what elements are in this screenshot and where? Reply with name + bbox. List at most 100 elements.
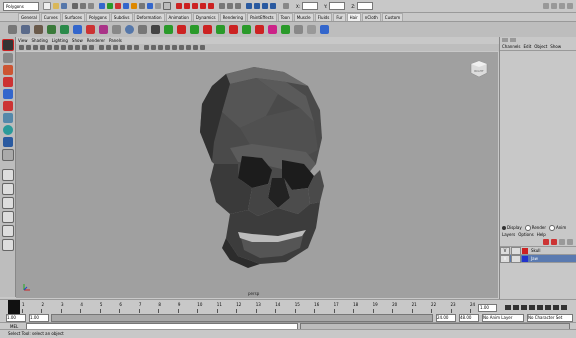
attribute-editor-icon[interactable]: [551, 3, 557, 9]
hair-magenta-icon[interactable]: [99, 25, 108, 34]
paint-select-tool-icon[interactable]: [2, 65, 13, 75]
open-scene-icon[interactable]: [53, 3, 59, 9]
hair-green-5-icon[interactable]: [281, 25, 290, 34]
layer-type-toggle[interactable]: [511, 246, 521, 255]
play-backwards-icon[interactable]: [529, 305, 535, 310]
display-radio-icon[interactable]: [502, 225, 506, 230]
smooth-shade-icon[interactable]: [106, 45, 111, 50]
hair-magenta-2-icon[interactable]: [268, 25, 277, 34]
wireframe-icon[interactable]: [99, 45, 104, 50]
new-layer-icon[interactable]: [559, 239, 565, 245]
hair-red-3-icon[interactable]: [203, 25, 212, 34]
layout-outliner-icon[interactable]: [1, 211, 14, 223]
last-tool-icon[interactable]: [1, 149, 14, 161]
hair-create-icon[interactable]: [21, 25, 30, 34]
layer-color-swatch[interactable]: [522, 255, 528, 262]
panel-menu-show[interactable]: Show: [72, 38, 83, 43]
go-to-start-icon[interactable]: [505, 305, 511, 310]
shadows-icon[interactable]: [134, 45, 139, 50]
output-ops-icon[interactable]: [235, 3, 241, 9]
textured-icon[interactable]: [120, 45, 125, 50]
shelf-tab-hair[interactable]: Hair: [346, 13, 361, 21]
anim-layer-dropdown[interactable]: No Anim Layer: [482, 314, 524, 322]
panel-menu-panels[interactable]: Panels: [109, 38, 122, 43]
x-field[interactable]: [302, 2, 319, 10]
ao-icon[interactable]: [179, 45, 184, 50]
gate-mask-icon[interactable]: [68, 45, 73, 50]
input-mode-icon[interactable]: [283, 3, 289, 9]
shelf-tab-dynamics[interactable]: Dynamics: [192, 13, 219, 21]
hair-green-4-icon[interactable]: [242, 25, 251, 34]
time-slider[interactable]: 1 2 3 4 5 6 7 8 9 10 11 12 13 14 15 16 17 18 19 20 21 22 23 24 …: [0, 299, 576, 315]
hair-green-2-icon[interactable]: [190, 25, 199, 34]
move-tool-icon[interactable]: [2, 77, 13, 87]
select-component-icon[interactable]: [88, 3, 94, 9]
hair-blue-icon[interactable]: [73, 25, 82, 34]
pick-deformations-icon[interactable]: [131, 3, 137, 9]
hair-blue-2-icon[interactable]: [320, 25, 329, 34]
hair-curves-icon[interactable]: [47, 25, 56, 34]
new-layer-selected-icon[interactable]: [567, 239, 573, 245]
layout-single-icon[interactable]: [1, 169, 14, 181]
step-back-frame-icon[interactable]: [521, 305, 527, 310]
character-set-dropdown[interactable]: No Character Set: [527, 314, 573, 322]
lock-icon[interactable]: [163, 2, 171, 10]
image-plane-icon[interactable]: [40, 45, 45, 50]
channel-box-icon[interactable]: [567, 3, 573, 9]
panel-menu-renderer[interactable]: Renderer: [87, 38, 105, 43]
shelf-tab-subdivs[interactable]: Subdivs: [110, 13, 133, 21]
resolution-gate-icon[interactable]: [61, 45, 66, 50]
hair-grey-3-icon[interactable]: [307, 25, 316, 34]
manipulator-tool-icon[interactable]: [2, 113, 13, 123]
channel-menu-edit[interactable]: Edit: [524, 44, 532, 49]
render-view-icon[interactable]: [246, 3, 252, 9]
hud-icon[interactable]: [172, 45, 177, 50]
menu-set-dropdown[interactable]: Polygons: [3, 1, 39, 11]
shelf-tab-fur[interactable]: Fur: [333, 13, 346, 21]
panel-menu-view[interactable]: View: [18, 38, 28, 43]
layer-color-swatch[interactable]: [522, 247, 528, 254]
isolate-icon[interactable]: [165, 45, 170, 50]
layout-graph-icon[interactable]: [1, 225, 14, 237]
shelf-tab-animation[interactable]: Animation: [165, 13, 192, 21]
hair-dark-icon[interactable]: [151, 25, 160, 34]
view-cube[interactable]: RIGHT: [470, 60, 488, 78]
current-frame-field[interactable]: 1.00: [478, 304, 497, 312]
xray-icon[interactable]: [144, 45, 149, 50]
shelf-tab-muscle[interactable]: Muscle: [293, 13, 314, 21]
scale-tool-icon[interactable]: [2, 101, 13, 111]
layer-menu-help[interactable]: Help: [537, 232, 546, 237]
pick-surfaces-icon[interactable]: [123, 3, 129, 9]
multisample-icon[interactable]: [193, 45, 198, 50]
layer-row-jaw[interactable]: V Jaw: [500, 254, 576, 263]
z-field[interactable]: [357, 2, 374, 10]
layer-tab-anim[interactable]: Anim: [556, 225, 566, 230]
shelf-tab-surfaces[interactable]: Surfaces: [61, 13, 85, 21]
perspective-viewport[interactable]: RIGHT persp: [16, 52, 498, 298]
hair-red-4-icon[interactable]: [229, 25, 238, 34]
motion-blur-icon[interactable]: [186, 45, 191, 50]
select-hierarchy-icon[interactable]: [72, 3, 78, 9]
step-back-key-icon[interactable]: [513, 305, 519, 310]
lasso-tool-icon[interactable]: [2, 53, 13, 63]
end-time-field[interactable]: 48.00: [459, 314, 479, 322]
layout-two-icon[interactable]: [1, 197, 14, 209]
shelf-tab-toon[interactable]: Toon: [277, 13, 293, 21]
shelf-tab-rendering[interactable]: Rendering: [219, 13, 247, 21]
layer-menu-options[interactable]: Options: [518, 232, 533, 237]
hair-grey-2-icon[interactable]: [294, 25, 303, 34]
camera-select-icon[interactable]: [19, 45, 24, 50]
bookmarks-icon[interactable]: [33, 45, 38, 50]
field-chart-icon[interactable]: [75, 45, 80, 50]
hair-grey-icon[interactable]: [112, 25, 121, 34]
render-radio-icon[interactable]: [524, 224, 531, 231]
layer-visibility-toggle[interactable]: V: [500, 254, 510, 263]
layout-four-icon[interactable]: [1, 183, 14, 195]
dof-icon[interactable]: [200, 45, 205, 50]
shelf-tab-ncloth[interactable]: nCloth: [361, 13, 381, 21]
pick-curves-icon[interactable]: [115, 3, 121, 9]
select-object-icon[interactable]: [80, 3, 86, 9]
channel-menu-show[interactable]: Show: [550, 44, 561, 49]
shelf-tab-custom[interactable]: Custom: [381, 13, 404, 21]
hair-paint-icon[interactable]: [34, 25, 43, 34]
